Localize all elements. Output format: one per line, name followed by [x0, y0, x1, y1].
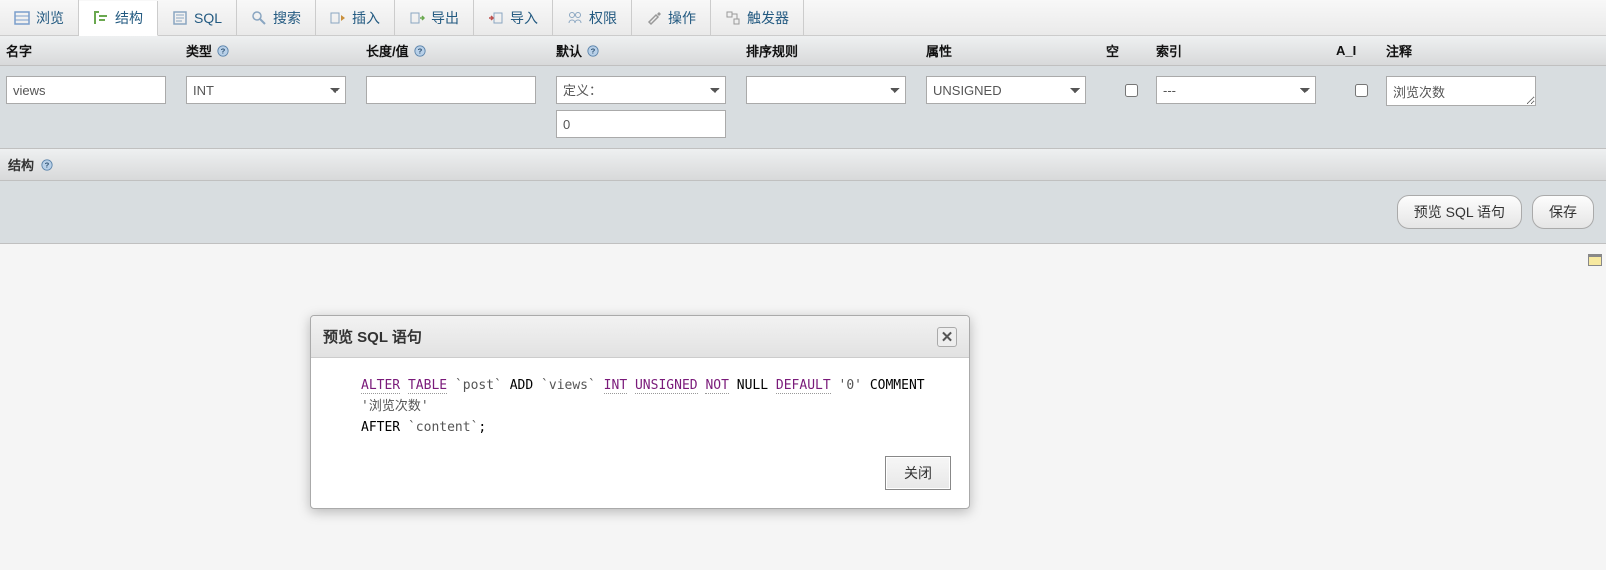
tab-insert[interactable]: 插入: [316, 0, 395, 35]
preview-sql-button[interactable]: 预览 SQL 语句: [1397, 195, 1522, 229]
dialog-close-btn[interactable]: 关闭: [885, 456, 951, 490]
insert-icon: [330, 10, 346, 26]
sql-ident: `content`: [408, 420, 478, 435]
tab-label: 结构: [115, 8, 143, 28]
section-structure: 结构 ?: [0, 149, 1606, 181]
svg-text:?: ?: [591, 46, 596, 55]
column-headers: 名字 类型? 长度/值? 默认? 排序规则 属性 空 索引 A_I 注释: [0, 36, 1606, 66]
colhead-type: 类型: [186, 41, 212, 60]
svg-text:?: ?: [45, 160, 50, 169]
search-icon: [251, 10, 267, 26]
tab-label: 导入: [510, 8, 538, 28]
sql-kw: UNSIGNED: [635, 378, 698, 394]
field-row: INT 定义： UNSIGNED --- 浏览次数: [0, 66, 1606, 149]
sql-kw: INT: [604, 378, 627, 394]
tab-import[interactable]: 导入: [474, 0, 553, 35]
svg-text:?: ?: [221, 46, 226, 55]
browse-icon: [14, 10, 30, 26]
field-attribute-select[interactable]: UNSIGNED: [926, 76, 1086, 104]
tab-label: 操作: [668, 8, 696, 28]
tab-privileges[interactable]: 权限: [553, 0, 632, 35]
colhead-default: 默认: [556, 41, 582, 60]
help-icon[interactable]: ?: [586, 44, 600, 58]
sql-kw: DEFAULT: [776, 378, 831, 394]
operations-icon: [646, 10, 662, 26]
field-length-input[interactable]: [366, 76, 536, 104]
colhead-attribute: 属性: [926, 41, 952, 60]
help-icon[interactable]: ?: [40, 158, 54, 172]
save-button[interactable]: 保存: [1532, 195, 1594, 229]
colhead-comment: 注释: [1386, 41, 1412, 60]
help-icon[interactable]: ?: [413, 44, 427, 58]
triggers-icon: [725, 10, 741, 26]
tab-export[interactable]: 导出: [395, 0, 474, 35]
sql-text: NULL: [737, 378, 768, 393]
dialog-body: ALTER TABLE `post` ADD `views` INT UNSIG…: [311, 358, 969, 448]
tab-label: 插入: [352, 8, 380, 28]
sql-text: COMMENT: [870, 378, 925, 393]
restore-widget-area: [0, 244, 1606, 266]
restore-window-icon[interactable]: [1588, 254, 1602, 266]
dialog-close-button[interactable]: ✕: [937, 327, 957, 347]
field-name-input[interactable]: [6, 76, 166, 104]
sql-text: AFTER: [361, 420, 400, 435]
colhead-index: 索引: [1156, 41, 1182, 60]
tabs-bar: 浏览 结构 SQL 搜索 插入 导出 导入 权限 操作 触发器: [0, 0, 1606, 36]
section-title: 结构: [8, 155, 34, 174]
dialog-title: 预览 SQL 语句: [323, 326, 422, 347]
button-bar: 预览 SQL 语句 保存: [0, 181, 1606, 244]
sql-str: '浏览次数': [361, 399, 429, 414]
field-null-checkbox[interactable]: [1125, 84, 1138, 97]
sql-str: '0': [839, 378, 870, 393]
dialog-footer: 关闭: [311, 448, 969, 508]
tab-label: 导出: [431, 8, 459, 28]
field-comment-textarea[interactable]: 浏览次数: [1386, 76, 1536, 106]
field-ai-checkbox[interactable]: [1355, 84, 1368, 97]
tab-label: 触发器: [747, 8, 789, 28]
field-type-select[interactable]: INT: [186, 76, 346, 104]
sql-kw: NOT: [705, 378, 728, 394]
preview-sql-dialog: 预览 SQL 语句 ✕ ALTER TABLE `post` ADD `view…: [310, 315, 970, 509]
privileges-icon: [567, 10, 583, 26]
tab-structure[interactable]: 结构: [79, 1, 158, 36]
field-default-select[interactable]: 定义：: [556, 76, 726, 104]
export-icon: [409, 10, 425, 26]
tab-search[interactable]: 搜索: [237, 0, 316, 35]
tab-label: 搜索: [273, 8, 301, 28]
colhead-length: 长度/值: [366, 41, 409, 60]
colhead-name: 名字: [6, 41, 32, 60]
sql-ident: `post`: [455, 378, 510, 393]
field-default-input[interactable]: [556, 110, 726, 138]
sql-kw: TABLE: [408, 378, 447, 394]
sql-kw: ALTER: [361, 378, 400, 394]
structure-icon: [93, 10, 109, 26]
colhead-collation: 排序规则: [746, 41, 798, 60]
tab-operations[interactable]: 操作: [632, 0, 711, 35]
colhead-ai: A_I: [1336, 43, 1356, 58]
colhead-null: 空: [1106, 41, 1119, 60]
help-icon[interactable]: ?: [216, 44, 230, 58]
import-icon: [488, 10, 504, 26]
sql-ident: `views`: [541, 378, 604, 393]
tab-label: 权限: [589, 8, 617, 28]
sql-text: ADD: [510, 378, 533, 393]
tab-triggers[interactable]: 触发器: [711, 0, 804, 35]
sql-icon: [172, 10, 188, 26]
sql-text: ;: [478, 420, 486, 435]
field-collation-select[interactable]: [746, 76, 906, 104]
tab-sql[interactable]: SQL: [158, 0, 237, 35]
dialog-titlebar[interactable]: 预览 SQL 语句 ✕: [311, 316, 969, 358]
tab-label: SQL: [194, 10, 222, 26]
svg-text:?: ?: [417, 46, 422, 55]
tab-label: 浏览: [36, 8, 64, 28]
tab-browse[interactable]: 浏览: [0, 0, 79, 35]
field-index-select[interactable]: ---: [1156, 76, 1316, 104]
